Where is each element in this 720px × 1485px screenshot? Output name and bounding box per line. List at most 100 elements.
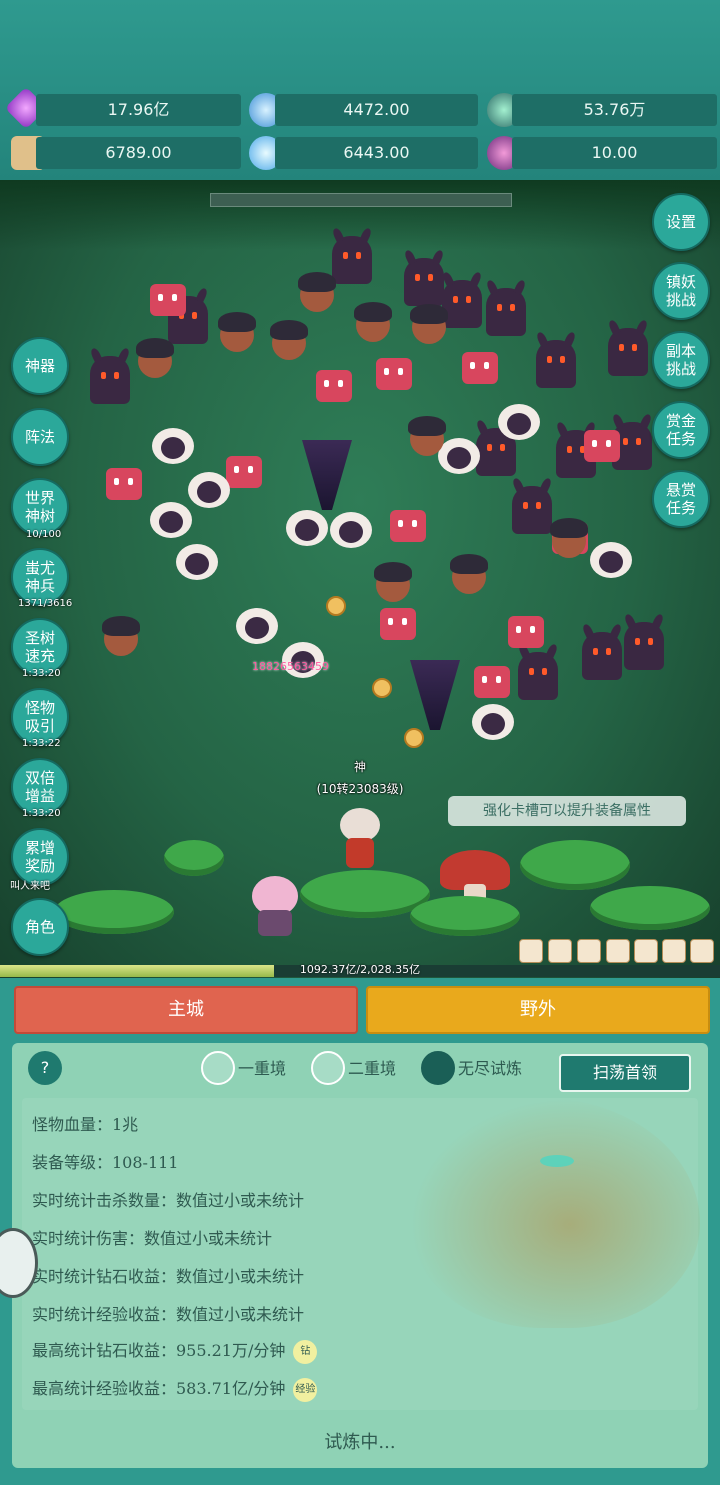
demon-monster xyxy=(332,236,372,284)
mode-label-2: 二重境 xyxy=(348,1059,397,1078)
demon-monster xyxy=(90,356,130,404)
bird-monster xyxy=(270,320,308,360)
bird-monster xyxy=(410,304,448,344)
damage-number: 18826563459 xyxy=(252,660,329,673)
demon-monster xyxy=(582,632,622,680)
demon-challenge-button[interactable]: 镇妖挑战 xyxy=(652,262,710,320)
help-button[interactable]: ? xyxy=(28,1051,62,1085)
sheep-monster xyxy=(472,704,514,740)
dungeon-challenge-button[interactable]: 副本挑战 xyxy=(652,331,710,389)
hero-level: (10转23083级) xyxy=(316,782,404,796)
boss-hp-text: 1092.37亿/2,028.35亿 xyxy=(299,963,421,976)
bat-monster xyxy=(376,358,412,390)
sheep-monster xyxy=(152,428,194,464)
world-tree-button[interactable]: 世界神树 xyxy=(11,478,69,536)
hero-character[interactable] xyxy=(334,808,386,870)
bat-monster xyxy=(584,430,620,462)
bat-monster xyxy=(462,352,498,384)
tip-banner: 强化卡槽可以提升装备属性 xyxy=(448,796,686,826)
resource-ice: 6443.00 xyxy=(275,137,478,169)
skill-slot-icon[interactable] xyxy=(606,939,630,963)
coin-drop-icon xyxy=(326,596,346,616)
demon-monster xyxy=(404,258,444,306)
skill-slot-icon[interactable] xyxy=(690,939,714,963)
resource-orb: 53.76万 xyxy=(512,94,717,126)
sheep-monster xyxy=(150,502,192,538)
skill-slot-icon[interactable] xyxy=(519,939,543,963)
monster-lure-timer: 1:33:22 xyxy=(22,738,61,749)
bird-monster xyxy=(550,518,588,558)
skill-slot-icon[interactable] xyxy=(634,939,658,963)
mode-radio-1[interactable] xyxy=(201,1051,235,1085)
wave-progress-bar xyxy=(210,193,512,207)
resource-crystal: 4472.00 xyxy=(275,94,478,126)
stat-monster-hp: 怪物血量：1兆 xyxy=(32,1115,139,1134)
battlefield[interactable]: 18826563459 神 (10转23083级) xyxy=(0,180,720,980)
exp-tag-icon: 经验 xyxy=(293,1377,318,1402)
resource-diamond: 17.96亿 xyxy=(36,94,241,126)
mode-radio-3[interactable] xyxy=(421,1051,455,1085)
wild-button[interactable]: 野外 xyxy=(366,986,710,1034)
sheep-monster xyxy=(438,438,480,474)
stat-equipment-level: 装备等级：108-111 xyxy=(32,1153,179,1172)
bat-monster xyxy=(316,370,352,402)
stat-diamond-income: 实时统计钻石收益：数值过小或未统计 xyxy=(32,1267,305,1286)
skill-slot-icon[interactable] xyxy=(548,939,572,963)
formation-button[interactable]: 阵法 xyxy=(11,408,69,466)
bat-monster xyxy=(508,616,544,648)
sheep-monster xyxy=(330,512,372,548)
skill-slot-icon[interactable] xyxy=(577,939,601,963)
coin-drop-icon xyxy=(372,678,392,698)
coin-drop-icon xyxy=(404,728,424,748)
character-button[interactable]: 角色 xyxy=(11,898,69,956)
sheep-monster xyxy=(590,542,632,578)
bat-monster xyxy=(226,456,262,488)
stat-exp-income: 实时统计经验收益：数值过小或未统计 xyxy=(32,1305,305,1324)
sweep-boss-button[interactable]: 扫荡首领 xyxy=(559,1054,691,1092)
bat-monster xyxy=(474,666,510,698)
skill-slot-icon[interactable] xyxy=(662,939,686,963)
demon-monster xyxy=(624,622,664,670)
bush-decoration xyxy=(590,886,710,930)
hero-name: 神 xyxy=(353,760,366,774)
bird-monster xyxy=(218,312,256,352)
double-buff-timer: 1:33:20 xyxy=(22,808,61,819)
bush-decoration xyxy=(164,840,224,876)
bird-monster xyxy=(102,616,140,656)
sheep-monster xyxy=(176,544,218,580)
stat-max-exp: 最高统计经验收益：583.71亿/分钟 经验 xyxy=(32,1375,318,1402)
settings-button[interactable]: 设置 xyxy=(652,193,710,251)
resource-pouch: 10.00 xyxy=(512,137,717,169)
bat-monster xyxy=(106,468,142,500)
tiger-eye-glow xyxy=(540,1155,574,1167)
diamond-tag-icon: 钻 xyxy=(293,1339,318,1364)
mode-label-3: 无尽试炼 xyxy=(458,1059,523,1078)
pet-companion xyxy=(248,876,304,938)
mode-radio-2[interactable] xyxy=(311,1051,345,1085)
bounty-task-button[interactable]: 赏金任务 xyxy=(652,401,710,459)
world-tree-progress: 10/100 xyxy=(26,529,62,540)
tornado-skill-effect xyxy=(410,660,460,730)
main-city-button[interactable]: 主城 xyxy=(14,986,358,1034)
stat-max-diamond: 最高统计钻石收益：955.21万/分钟钻 xyxy=(32,1337,318,1364)
bat-monster xyxy=(380,608,416,640)
demon-monster xyxy=(608,328,648,376)
bird-monster xyxy=(374,562,412,602)
sheep-monster xyxy=(188,472,230,508)
demon-monster xyxy=(442,280,482,328)
cumulative-reward-hint: 叫人来吧 xyxy=(10,881,50,892)
bird-monster xyxy=(298,272,336,312)
artifact-button[interactable]: 神器 xyxy=(11,337,69,395)
chiyou-weapon-progress: 1371/3616 xyxy=(18,598,73,609)
bird-monster xyxy=(354,302,392,342)
sheep-monster xyxy=(498,404,540,440)
tornado-skill-effect xyxy=(302,440,352,510)
stat-damage: 实时统计伤害：数值过小或未统计 xyxy=(32,1229,273,1248)
bird-monster xyxy=(408,416,446,456)
resource-scroll: 6789.00 xyxy=(36,137,241,169)
bird-monster xyxy=(450,554,488,594)
demon-monster xyxy=(486,288,526,336)
bush-decoration xyxy=(520,840,630,890)
sheep-monster xyxy=(286,510,328,546)
reward-task-button[interactable]: 悬赏任务 xyxy=(652,470,710,528)
